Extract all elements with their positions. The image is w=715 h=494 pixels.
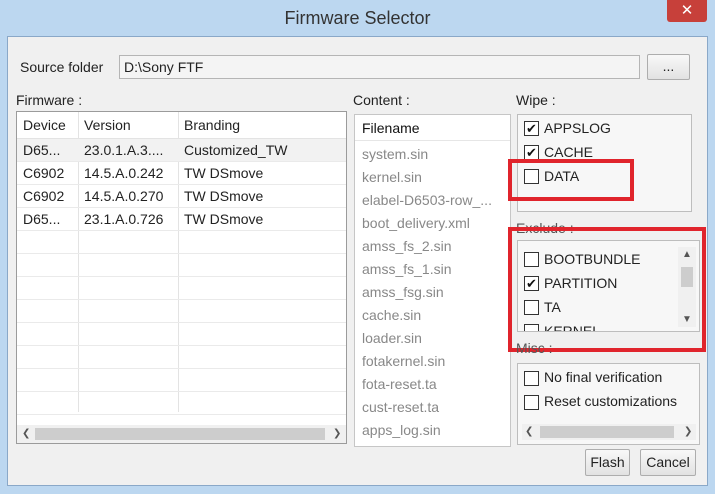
cell-branding: TW DSmove — [184, 165, 264, 181]
empty-row — [17, 231, 346, 254]
list-item[interactable]: fota-reset.ta — [362, 376, 437, 392]
firmware-label: Firmware : — [16, 92, 83, 108]
list-item[interactable]: cache.sin — [362, 307, 421, 323]
window-title: Firmware Selector — [284, 8, 431, 28]
list-item[interactable]: amss_fsg.sin — [362, 284, 444, 300]
browse-button[interactable]: ... — [647, 54, 690, 80]
scroll-right-icon[interactable]: ❯ — [684, 427, 692, 437]
firmware-hscrollbar[interactable]: ❮ ❯ — [17, 425, 346, 443]
table-row[interactable]: D65... 23.0.1.A.3.... Customized_TW — [17, 139, 346, 162]
cell-device: C6902 — [23, 188, 65, 204]
cell-device: D65... — [23, 211, 61, 227]
cell-device: C6902 — [23, 165, 65, 181]
empty-row — [17, 254, 346, 277]
source-folder-label: Source folder — [20, 59, 104, 75]
title-bar[interactable]: Firmware Selector ✕ — [0, 0, 715, 34]
source-folder-input[interactable]: D:\Sony FTF — [119, 55, 640, 79]
table-row[interactable]: D65... 23.1.A.0.726 TW DSmove — [17, 208, 346, 231]
misc-label: Misc : — [516, 340, 553, 356]
content-header: Filename — [355, 115, 510, 141]
scroll-thumb[interactable] — [540, 426, 674, 438]
list-item[interactable]: apps_log.sin — [362, 422, 441, 438]
column-header-version[interactable]: Version — [78, 112, 178, 138]
cell-version: 14.5.A.0.270 — [84, 188, 164, 204]
table-row[interactable]: C6902 14.5.A.0.242 TW DSmove — [17, 162, 346, 185]
list-item[interactable]: loader.sin — [362, 330, 422, 346]
scroll-left-icon[interactable]: ❮ — [525, 427, 533, 437]
cache-label[interactable]: CACHE — [544, 144, 593, 160]
wipe-label: Wipe : — [516, 92, 556, 108]
list-item[interactable]: amss_fs_1.sin — [362, 261, 451, 277]
reset-customizations-label[interactable]: Reset customizations — [544, 393, 677, 409]
empty-row — [17, 323, 346, 346]
empty-row — [17, 392, 346, 415]
highlight-box — [508, 159, 634, 201]
cell-version: 14.5.A.0.242 — [84, 165, 164, 181]
cell-version: 23.0.1.A.3.... — [84, 142, 164, 158]
cache-checkbox[interactable]: ✔ — [524, 145, 539, 160]
content-header-label: Filename — [362, 120, 420, 136]
misc-hscrollbar[interactable]: ❮ ❯ — [522, 424, 696, 440]
no-final-verification-checkbox[interactable] — [524, 371, 539, 386]
list-item[interactable]: elabel-D6503-row_... — [362, 192, 492, 208]
firmware-selector-window: Firmware Selector ✕ Source folder D:\Son… — [0, 0, 715, 494]
cell-branding: TW DSmove — [184, 188, 264, 204]
no-final-verification-label[interactable]: No final verification — [544, 369, 662, 385]
empty-row — [17, 277, 346, 300]
appslog-checkbox[interactable]: ✔ — [524, 121, 539, 136]
column-header-device[interactable]: Device — [17, 112, 78, 138]
content-list[interactable]: Filename system.sin kernel.sin elabel-D6… — [354, 114, 511, 447]
scroll-right-icon[interactable]: ❯ — [333, 429, 341, 439]
list-item[interactable]: kernel.sin — [362, 169, 422, 185]
scroll-thumb[interactable] — [35, 428, 325, 440]
cell-branding: Customized_TW — [184, 142, 288, 158]
cell-branding: TW DSmove — [184, 211, 264, 227]
cell-version: 23.1.A.0.726 — [84, 211, 164, 227]
highlight-box — [508, 227, 706, 352]
list-item[interactable]: system.sin — [362, 146, 428, 162]
cancel-button[interactable]: Cancel — [640, 449, 696, 476]
flash-button[interactable]: Flash — [585, 449, 630, 476]
scroll-left-icon[interactable]: ❮ — [22, 429, 30, 439]
cell-device: D65... — [23, 142, 61, 158]
close-button[interactable]: ✕ — [667, 0, 707, 22]
list-item[interactable]: amss_fs_2.sin — [362, 238, 451, 254]
reset-customizations-checkbox[interactable] — [524, 395, 539, 410]
misc-group: No final verification Reset customizatio… — [517, 363, 700, 445]
table-row[interactable]: C6902 14.5.A.0.270 TW DSmove — [17, 185, 346, 208]
empty-row — [17, 369, 346, 392]
dialog-body: Source folder D:\Sony FTF ... Firmware :… — [7, 36, 708, 486]
list-item[interactable]: fotakernel.sin — [362, 353, 445, 369]
appslog-label[interactable]: APPSLOG — [544, 120, 611, 136]
empty-row — [17, 300, 346, 323]
list-item[interactable]: boot_delivery.xml — [362, 215, 470, 231]
content-label: Content : — [353, 92, 410, 108]
column-header-branding[interactable]: Branding — [178, 112, 346, 138]
empty-row — [17, 346, 346, 369]
list-item[interactable]: cust-reset.ta — [362, 399, 439, 415]
firmware-table[interactable]: Device Version Branding D65... 23.0.1.A.… — [16, 111, 347, 444]
